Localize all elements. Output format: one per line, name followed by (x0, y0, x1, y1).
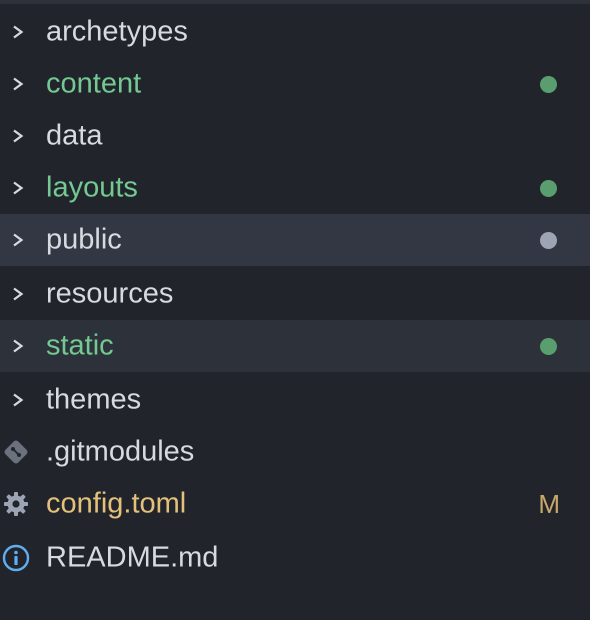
chevron-right-icon[interactable] (12, 233, 24, 247)
git-modified-badge: M (538, 489, 560, 519)
chevron-right-icon[interactable] (12, 287, 24, 301)
chevron-right-icon[interactable] (12, 129, 24, 143)
tree-item-label: public (46, 223, 122, 256)
tree-item-archetypes[interactable]: archetypes (0, 6, 590, 58)
tree-item-label: archetypes (46, 15, 188, 48)
tree-item-themes[interactable]: themes (0, 374, 590, 426)
tree-item-label: .gitmodules (46, 435, 195, 468)
file-explorer: archetypes content data layouts public r… (0, 0, 590, 620)
chevron-right-icon[interactable] (12, 393, 24, 407)
chevron-right-icon[interactable] (12, 181, 24, 195)
tree-item-public[interactable]: public (0, 214, 590, 266)
gear-icon (4, 492, 28, 516)
tree-item-config-toml[interactable]: config.toml M (0, 478, 590, 530)
tree-item-layouts[interactable]: layouts (0, 162, 590, 214)
tree-item-label: content (46, 67, 142, 100)
explorer-top-edge (0, 0, 590, 4)
tree-item-label: config.toml (46, 487, 187, 520)
tree-item-static[interactable]: static (0, 320, 590, 372)
chevron-right-icon[interactable] (12, 25, 24, 39)
git-added-dot (540, 179, 557, 197)
tree-item-data[interactable]: data (0, 110, 590, 162)
tree-item-label: static (46, 329, 114, 362)
tree-item-readme[interactable]: README.md (0, 532, 590, 584)
tree-item-label: README.md (46, 541, 219, 574)
git-added-dot (540, 75, 557, 93)
tree-item-label: data (46, 119, 103, 152)
tree-item-resources[interactable]: resources (0, 268, 590, 320)
git-icon (4, 440, 28, 464)
info-icon (2, 544, 30, 572)
tree-item-content[interactable]: content (0, 58, 590, 110)
git-ignored-dot (540, 231, 557, 249)
tree-item-gitmodules[interactable]: .gitmodules (0, 426, 590, 478)
tree-item-label: layouts (46, 171, 138, 204)
chevron-right-icon[interactable] (12, 77, 24, 91)
tree-item-label: resources (46, 277, 174, 310)
git-added-dot (540, 337, 557, 355)
chevron-right-icon[interactable] (12, 339, 24, 353)
tree-item-label: themes (46, 383, 142, 416)
